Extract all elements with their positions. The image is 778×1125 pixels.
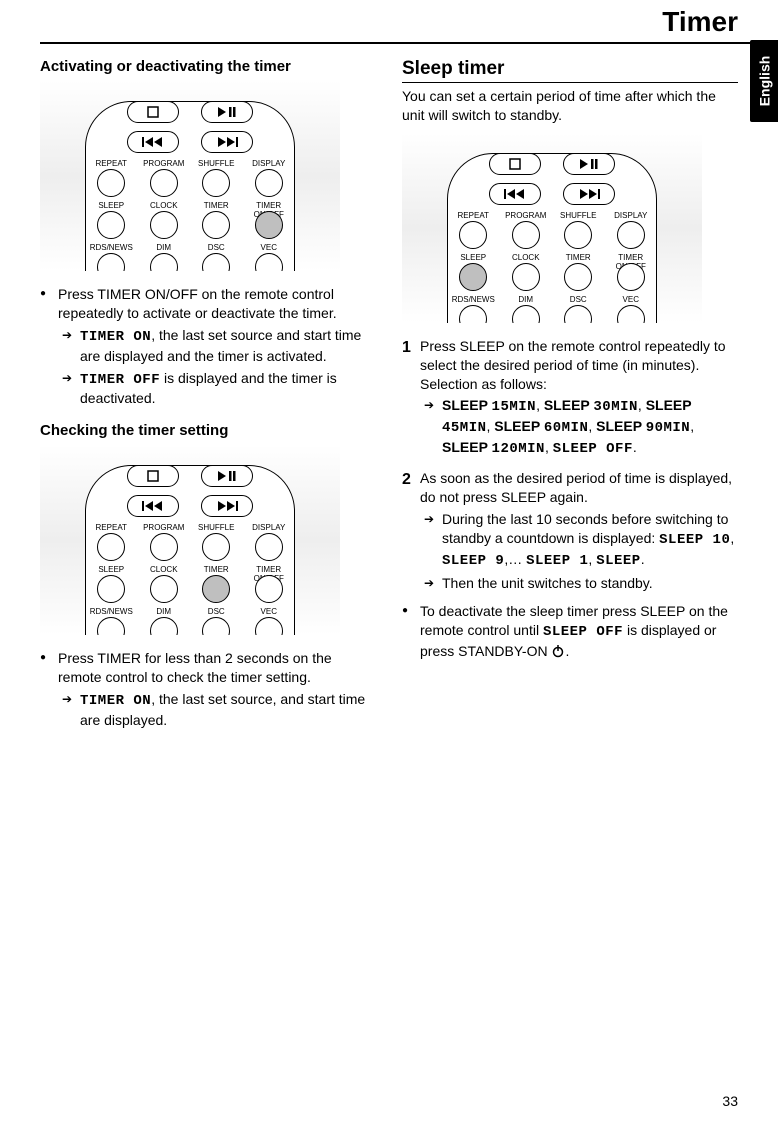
play-pause-button-icon <box>201 101 253 123</box>
arrow-timer-off: TIMER OFF is displayed and the timer is … <box>58 369 376 409</box>
remote-row3-labels: RDS/NEWSDIMDSCVEC <box>85 243 295 252</box>
rewind-button-icon <box>127 495 179 517</box>
step-1: 1 Press SLEEP on the remote control repe… <box>402 337 738 459</box>
remote-diagram-activate: REPEATPROGRAMSHUFFLEDISPLAY SLEEPCLOCKTI… <box>40 81 340 271</box>
forward-button-icon <box>201 131 253 153</box>
heading-activate: Activating or deactivating the timer <box>40 58 376 75</box>
language-tab-label: English <box>756 56 772 107</box>
page-number: 33 <box>722 1093 738 1109</box>
language-tab: English <box>750 40 778 122</box>
stop-button-icon <box>127 101 179 123</box>
page-title: Timer <box>662 6 738 38</box>
forward-button-icon <box>563 183 615 205</box>
arrow-check-timer-on: TIMER ON, the last set source, and start… <box>58 690 376 730</box>
bullet-deactivate-sleep: To deactivate the sleep timer press SLEE… <box>402 602 738 661</box>
sleep-highlight <box>459 263 487 291</box>
remote-diagram-sleep: REPEATPROGRAMSHUFFLEDISPLAY SLEEPCLOCKTI… <box>402 133 702 323</box>
step-2-countdown: During the last 10 seconds before switch… <box>420 510 738 571</box>
title-rule <box>40 42 750 44</box>
heading-sleep-timer: Sleep timer <box>402 58 738 83</box>
step-2: 2 As soon as the desired period of time … <box>402 469 738 592</box>
remote-row1-buttons <box>85 169 295 197</box>
timer-highlight <box>202 575 230 603</box>
bullet-activate: Press TIMER ON/OFF on the remote control… <box>40 285 376 408</box>
bullet-check: Press TIMER for less than 2 seconds on t… <box>40 649 376 730</box>
heading-checking: Checking the timer setting <box>40 422 376 439</box>
play-pause-button-icon <box>201 465 253 487</box>
left-column: Activating or deactivating the timer REP… <box>40 58 376 738</box>
stop-button-icon <box>127 465 179 487</box>
arrow-timer-on: TIMER ON, the last set source and start … <box>58 326 376 366</box>
stop-button-icon <box>489 153 541 175</box>
rewind-button-icon <box>489 183 541 205</box>
rewind-button-icon <box>127 131 179 153</box>
remote-row3-buttons <box>85 253 295 271</box>
power-icon <box>551 644 565 658</box>
step-2-standby: Then the unit switches to standby. <box>420 574 738 593</box>
remote-row1-labels: REPEATPROGRAMSHUFFLEDISPLAY <box>85 159 295 168</box>
remote-row2-buttons <box>85 211 295 239</box>
timer-onoff-highlight <box>255 211 283 239</box>
forward-button-icon <box>201 495 253 517</box>
play-pause-button-icon <box>563 153 615 175</box>
step-1-sequence: SLEEP 15MIN, SLEEP 30MIN, SLEEP 45MIN, S… <box>420 396 738 459</box>
sleep-intro: You can set a certain period of time aft… <box>402 87 738 125</box>
remote-diagram-check: REPEATPROGRAMSHUFFLEDISPLAY SLEEPCLOCKTI… <box>40 445 340 635</box>
right-column: Sleep timer You can set a certain period… <box>402 58 738 738</box>
